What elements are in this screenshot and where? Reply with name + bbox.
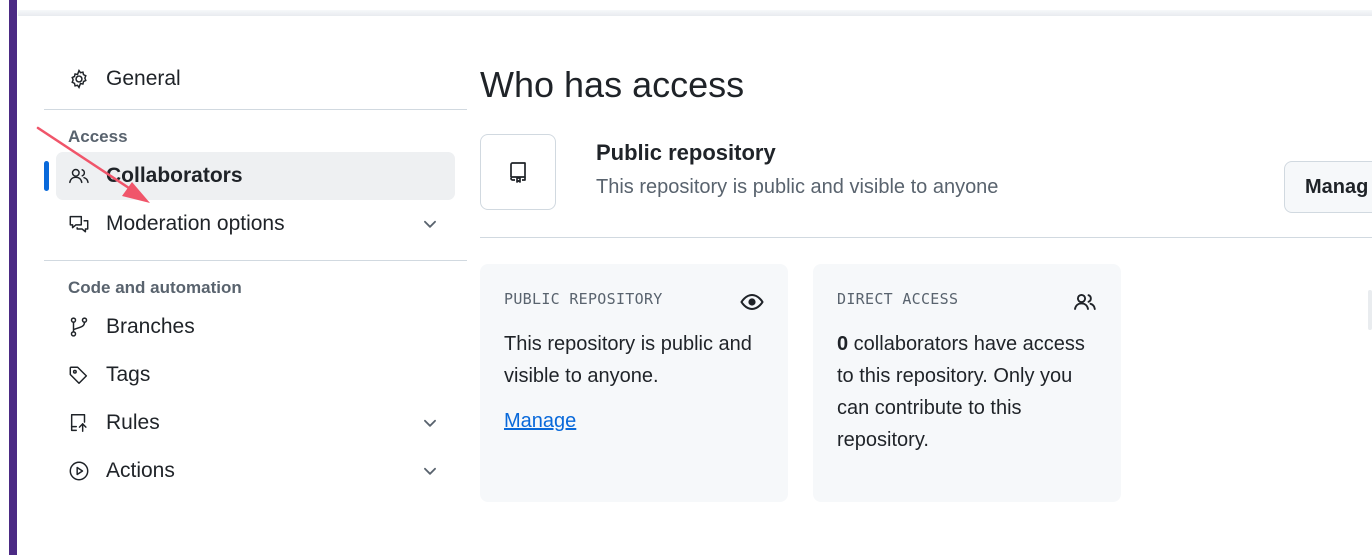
sidebar-item-branches[interactable]: Branches bbox=[44, 303, 467, 351]
eye-icon bbox=[740, 293, 764, 311]
sidebar-item-collaborators[interactable]: Collaborators bbox=[44, 152, 455, 200]
collaborator-text: collaborators have access to this reposi… bbox=[837, 333, 1085, 451]
settings-page: General Access Collaborators Moderation … bbox=[0, 0, 1372, 555]
people-icon bbox=[1074, 293, 1096, 310]
top-border bbox=[18, 10, 1372, 16]
sidebar-item-label: General bbox=[106, 67, 181, 90]
sidebar-item-actions[interactable]: Actions bbox=[44, 447, 467, 495]
sidebar-item-label: Tags bbox=[106, 363, 151, 386]
card-text: 0 collaborators have access to this repo… bbox=[837, 328, 1097, 456]
gear-icon bbox=[68, 68, 90, 90]
page-title: Who has access bbox=[480, 64, 745, 105]
settings-sidebar: General Access Collaborators Moderation … bbox=[44, 55, 467, 495]
sidebar-section-access: Access bbox=[68, 127, 128, 146]
scrollbar-thumb[interactable] bbox=[1368, 290, 1372, 330]
comment-discussion-icon bbox=[68, 213, 90, 235]
chevron-down-icon[interactable] bbox=[421, 462, 439, 480]
section-divider bbox=[480, 237, 1372, 238]
sidebar-divider bbox=[44, 109, 467, 110]
people-icon bbox=[68, 165, 90, 187]
repo-icon bbox=[510, 162, 526, 183]
sidebar-item-label: Actions bbox=[106, 459, 175, 482]
sidebar-item-general[interactable]: General bbox=[44, 55, 467, 103]
chevron-down-icon[interactable] bbox=[421, 414, 439, 432]
repo-visibility-subtitle: This repository is public and visible to… bbox=[596, 176, 999, 198]
repo-push-icon bbox=[68, 412, 90, 434]
tag-icon bbox=[68, 364, 90, 386]
collaborator-count: 0 bbox=[837, 333, 849, 355]
manage-visibility-button[interactable]: Manag bbox=[1284, 161, 1372, 213]
git-branch-icon bbox=[68, 316, 90, 338]
sidebar-item-label: Moderation options bbox=[106, 212, 285, 235]
active-marker bbox=[44, 161, 49, 191]
sidebar-item-rules[interactable]: Rules bbox=[44, 399, 467, 447]
sidebar-item-label: Branches bbox=[106, 315, 195, 338]
sidebar-item-label: Rules bbox=[106, 411, 160, 434]
public-repository-card: PUBLIC REPOSITORY This repository is pub… bbox=[480, 264, 788, 502]
access-cards: PUBLIC REPOSITORY This repository is pub… bbox=[480, 264, 1121, 502]
sidebar-item-tags[interactable]: Tags bbox=[44, 351, 467, 399]
sidebar-section-code: Code and automation bbox=[68, 278, 242, 297]
main-content: Who has access Public repository This re… bbox=[480, 60, 1372, 213]
sidebar-item-moderation[interactable]: Moderation options bbox=[44, 200, 467, 248]
repo-visibility-title: Public repository bbox=[596, 140, 776, 165]
repo-visibility-row: Public repository This repository is pub… bbox=[480, 134, 1372, 213]
card-label: PUBLIC REPOSITORY bbox=[504, 290, 663, 308]
repo-icon-box bbox=[480, 134, 556, 210]
play-icon bbox=[68, 460, 90, 482]
manage-link[interactable]: Manage bbox=[504, 410, 576, 433]
card-label: DIRECT ACCESS bbox=[837, 290, 959, 308]
direct-access-card: DIRECT ACCESS 0 collaborators have acces… bbox=[813, 264, 1121, 502]
sidebar-item-label: Collaborators bbox=[106, 164, 243, 187]
card-text: This repository is public and visible to… bbox=[504, 333, 752, 387]
chevron-down-icon[interactable] bbox=[421, 215, 439, 233]
sidebar-divider bbox=[44, 260, 467, 261]
window-left-rail bbox=[9, 0, 17, 555]
